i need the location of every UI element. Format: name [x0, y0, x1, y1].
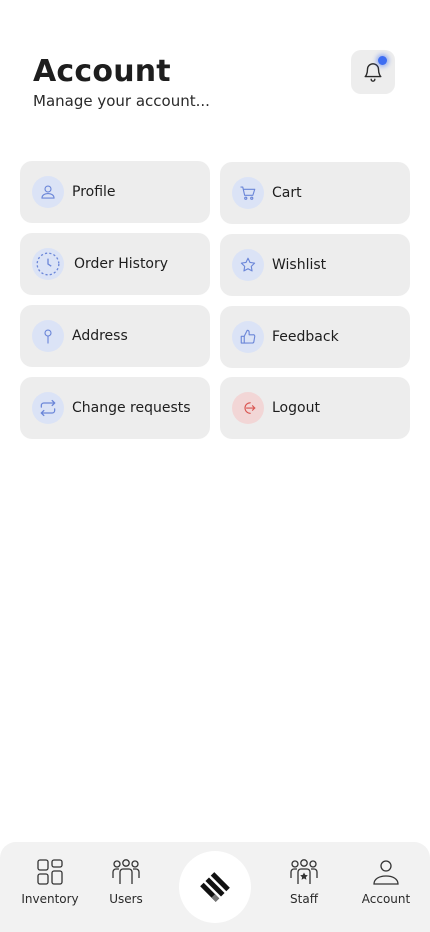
nav-label: Staff	[290, 892, 318, 906]
bottom-navigation: Inventory Users Staff Account	[0, 842, 430, 932]
nav-label: Inventory	[21, 892, 79, 906]
menu-item-label: Logout	[272, 400, 320, 416]
users-icon	[112, 859, 140, 884]
menu-item-label: Profile	[72, 184, 116, 200]
menu-item-label: Wishlist	[272, 257, 327, 273]
page-subtitle: Manage your account...	[33, 92, 210, 110]
user-icon	[373, 860, 399, 885]
menu-item-profile[interactable]: Profile	[20, 161, 210, 223]
page-title: Account	[33, 54, 171, 89]
menu-item-label: Cart	[272, 185, 302, 201]
menu-item-label: Feedback	[272, 329, 339, 345]
user-icon	[32, 176, 64, 208]
nav-label: Users	[109, 892, 143, 906]
nav-item-staff[interactable]: Staff	[269, 858, 339, 906]
notification-dot	[378, 56, 387, 65]
clock-icon	[32, 248, 64, 280]
logo-icon	[200, 872, 230, 902]
menu-item-label: Address	[72, 328, 128, 344]
star-icon	[232, 249, 264, 281]
nav-item-account[interactable]: Account	[351, 858, 421, 906]
nav-item-users[interactable]: Users	[91, 858, 161, 906]
menu-item-change-requests[interactable]: Change requests	[20, 377, 210, 439]
menu-item-label: Change requests	[72, 400, 191, 416]
nav-label: Account	[361, 892, 411, 906]
home-logo-button[interactable]	[179, 851, 251, 923]
menu-item-logout[interactable]: Logout	[220, 377, 410, 439]
grid-icon	[37, 859, 63, 885]
menu-item-label: Order History	[74, 256, 169, 272]
menu-item-cart[interactable]: Cart	[220, 162, 410, 224]
menu-item-order-history[interactable]: Order History	[20, 233, 210, 295]
nav-item-inventory[interactable]: Inventory	[15, 858, 85, 906]
notification-button[interactable]	[351, 50, 395, 94]
menu-item-address[interactable]: Address	[20, 305, 210, 367]
logout-icon	[232, 392, 264, 424]
menu-item-feedback[interactable]: Feedback	[220, 306, 410, 368]
repeat-icon	[32, 392, 64, 424]
cart-icon	[232, 177, 264, 209]
menu-item-wishlist[interactable]: Wishlist	[220, 234, 410, 296]
map-pin-icon	[32, 320, 64, 352]
thumbs-up-icon	[232, 321, 264, 353]
staff-icon	[290, 859, 318, 884]
